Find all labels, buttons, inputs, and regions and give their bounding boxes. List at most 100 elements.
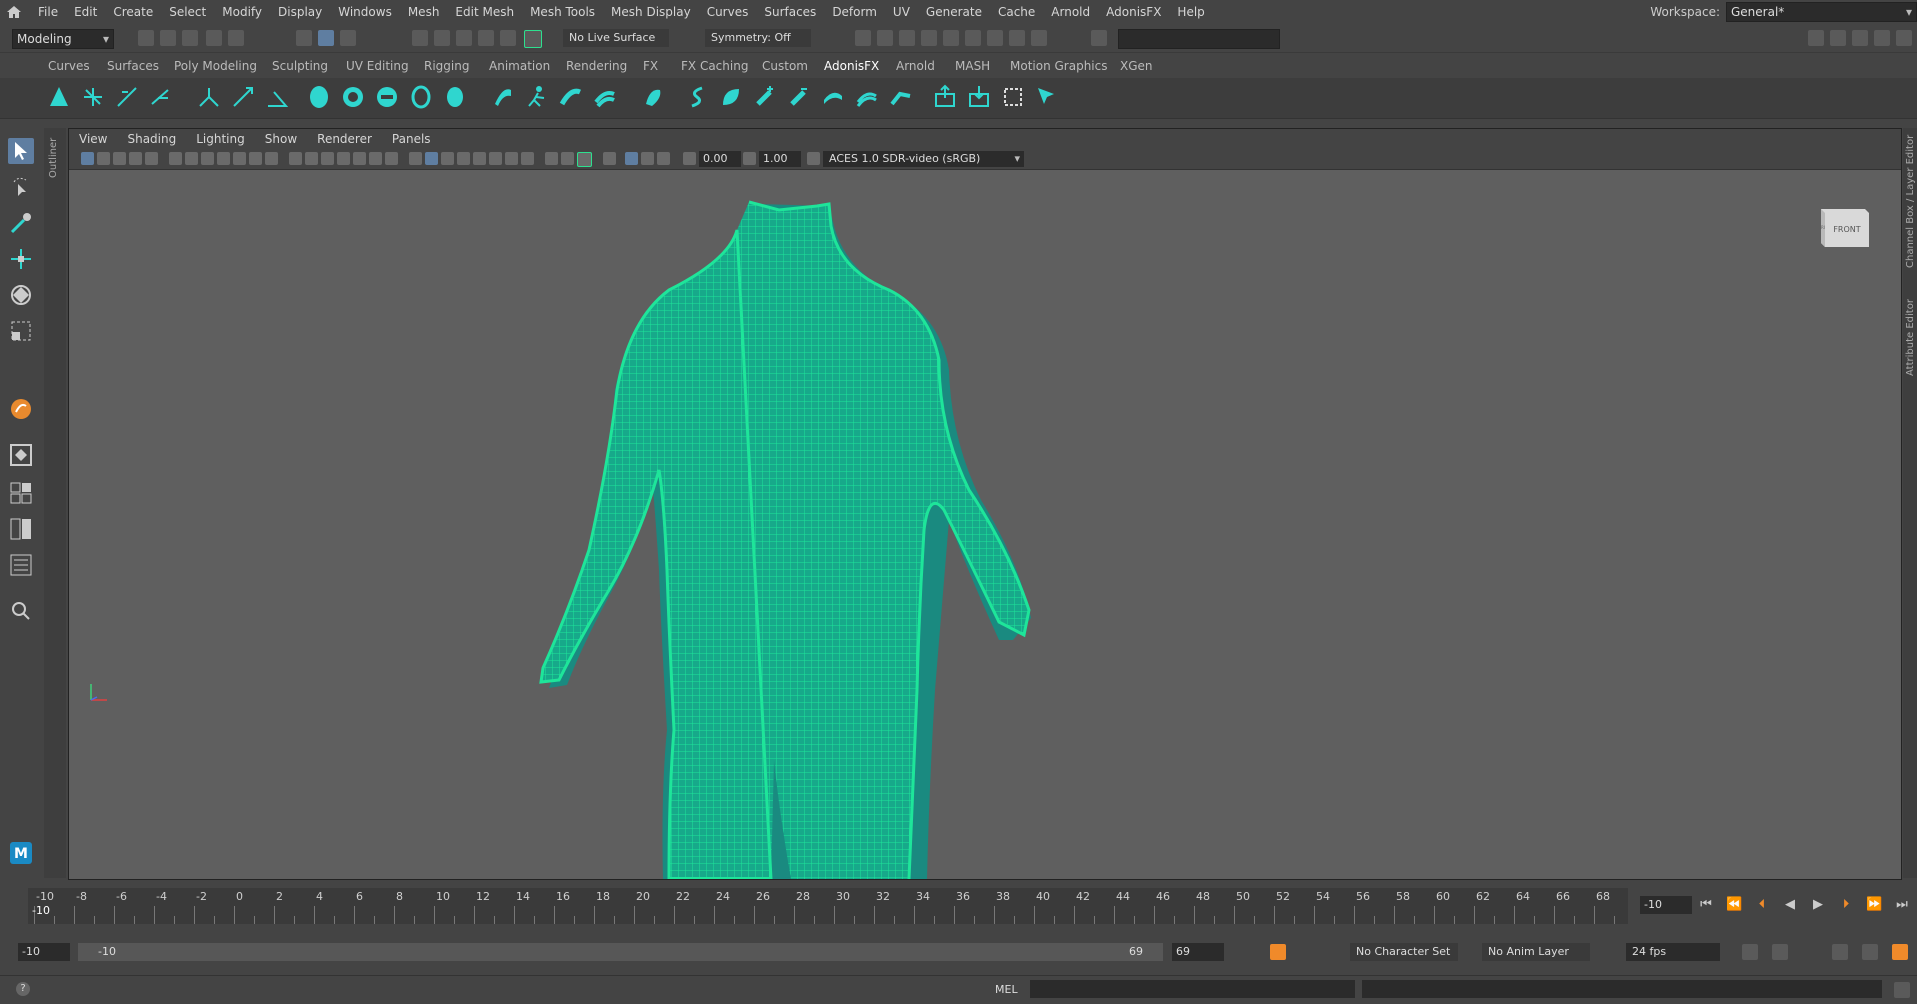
shelf-tab-fx[interactable]: FX (643, 59, 658, 73)
menu-help[interactable]: Help (1169, 0, 1212, 24)
save-scene-icon[interactable] (182, 30, 198, 46)
snap-curve-icon[interactable] (434, 30, 450, 46)
go-to-start-icon[interactable]: ⏮ (1698, 897, 1714, 913)
character-controls-icon[interactable] (1830, 30, 1846, 46)
fascia-icon[interactable] (854, 84, 880, 110)
layout-two-icon[interactable] (8, 516, 34, 542)
channel-box-tab[interactable]: Channel Box / Layer Editor (1905, 135, 1916, 268)
export-icon[interactable] (932, 84, 958, 110)
shelf-tab-surfaces[interactable]: Surfaces (107, 59, 159, 73)
safe-action-icon[interactable] (369, 152, 382, 165)
arnold-snapshot-icon[interactable] (1009, 30, 1025, 46)
layout-four-icon[interactable] (8, 480, 34, 506)
menu-select[interactable]: Select (161, 0, 214, 24)
grid-icon[interactable] (289, 152, 302, 165)
color-space-dropdown[interactable]: ACES 1.0 SDR-video (sRGB) (823, 151, 1024, 167)
curve-tool-icon[interactable] (684, 84, 710, 110)
animation-start-field[interactable]: -10 (18, 943, 70, 961)
snap-grid-icon[interactable] (412, 30, 428, 46)
menu-cache[interactable]: Cache (990, 0, 1043, 24)
arnold-ipr-icon[interactable] (987, 30, 1003, 46)
snap-view-plane-icon[interactable] (478, 30, 494, 46)
menu-windows[interactable]: Windows (330, 0, 400, 24)
track-icon[interactable] (249, 152, 262, 165)
glue-icon[interactable] (640, 84, 666, 110)
edit-fiber-icon[interactable] (264, 84, 290, 110)
gamma-field[interactable]: 1.00 (759, 151, 801, 167)
symmetry-dropdown[interactable]: Symmetry: Off (705, 29, 811, 47)
panel-menu-panels[interactable]: Panels (382, 132, 441, 146)
safe-title-icon[interactable] (385, 152, 398, 165)
step-back-key-icon[interactable]: ⏪ (1726, 897, 1742, 913)
select-hierarchy-icon[interactable] (296, 30, 312, 46)
cache-icon[interactable] (1772, 944, 1788, 960)
camera-attributes-icon[interactable] (81, 152, 94, 165)
menu-modify[interactable]: Modify (214, 0, 270, 24)
animation-end-field[interactable]: 69 (1172, 943, 1224, 961)
xray-joints-icon[interactable] (561, 152, 574, 165)
face-mask-icon[interactable] (408, 84, 434, 110)
2d-pan-icon[interactable] (145, 152, 158, 165)
anim-layer-dropdown[interactable]: No Anim Layer (1482, 943, 1590, 961)
shelf-tab-adonisfx[interactable]: AdonisFX (824, 59, 879, 73)
workspace-dropdown[interactable]: General* (1726, 2, 1917, 22)
snap-live-icon[interactable] (524, 30, 542, 48)
aa-icon[interactable] (657, 152, 670, 165)
menu-mesh[interactable]: Mesh (400, 0, 448, 24)
range-slider[interactable]: -10 69 (78, 943, 1163, 961)
remove-attachment-icon[interactable] (786, 84, 812, 110)
menu-surfaces[interactable]: Surfaces (756, 0, 824, 24)
sound-icon[interactable] (1832, 944, 1848, 960)
field-chart-icon[interactable] (353, 152, 366, 165)
exposure-field[interactable]: 0.00 (699, 151, 741, 167)
panel-menu-renderer[interactable]: Renderer (307, 132, 382, 146)
3d-viewport[interactable]: FRONT RI (69, 170, 1901, 879)
sidebar-toggle-icon[interactable] (1091, 30, 1107, 46)
panel-menu-lighting[interactable]: Lighting (186, 132, 255, 146)
outliner-layout-icon[interactable] (8, 552, 34, 578)
rotate-tool-icon[interactable] (8, 282, 34, 308)
cursor-info-icon[interactable] (1034, 84, 1060, 110)
attribute-editor-tab[interactable]: Attribute Editor (1905, 299, 1916, 376)
outliner-label[interactable]: Outliner (48, 138, 59, 178)
menu-set-dropdown[interactable]: Modeling (12, 29, 114, 49)
shelf-tab-rendering[interactable]: Rendering (566, 59, 627, 73)
ipr-render-icon[interactable] (899, 30, 915, 46)
channel-box-icon[interactable] (1896, 30, 1912, 46)
image-plane-icon[interactable] (129, 152, 142, 165)
menu-arnold[interactable]: Arnold (1043, 0, 1098, 24)
shelf-tab-poly-modeling[interactable]: Poly Modeling (174, 59, 257, 73)
outliner-strip[interactable]: Outliner (44, 128, 66, 878)
dolly-icon[interactable] (265, 152, 278, 165)
menu-mesh-display[interactable]: Mesh Display (603, 0, 699, 24)
loop-icon[interactable] (1742, 944, 1758, 960)
textured-icon[interactable] (457, 152, 470, 165)
gamma-icon[interactable] (743, 152, 756, 165)
muscle-bundle-icon[interactable] (558, 84, 584, 110)
menu-adonisfx[interactable]: AdonisFX (1098, 0, 1169, 24)
step-forward-key-icon[interactable]: ⏩ (1866, 897, 1882, 913)
shelf-tab-mash[interactable]: MASH (955, 59, 990, 73)
redo-icon[interactable] (228, 30, 244, 46)
menu-file[interactable]: File (30, 0, 66, 24)
import-icon[interactable] (966, 84, 992, 110)
tumble-icon[interactable] (233, 152, 246, 165)
menu-display[interactable]: Display (270, 0, 330, 24)
paint-select-icon[interactable] (8, 210, 34, 236)
slide-on-mesh-icon[interactable] (148, 84, 174, 110)
play-forwards-icon[interactable]: ▶ (1810, 897, 1826, 913)
select-object-icon[interactable] (318, 30, 334, 46)
create-muscle-icon[interactable] (46, 84, 72, 110)
paint-fiber-icon[interactable] (230, 84, 256, 110)
go-to-end-icon[interactable]: ⏭ (1894, 897, 1910, 913)
shelf-tab-motion-graphics[interactable]: Motion Graphics (1010, 59, 1108, 73)
create-fiber-icon[interactable] (196, 84, 222, 110)
exposure-icon[interactable] (683, 152, 696, 165)
select-tool-icon[interactable] (8, 138, 34, 164)
scale-tool-icon[interactable] (8, 318, 34, 344)
shelf-tab-custom[interactable]: Custom (762, 59, 808, 73)
smooth-shade-icon[interactable] (441, 152, 454, 165)
shelf-tab-fx-caching[interactable]: FX Caching (681, 59, 748, 73)
help-icon[interactable]: ? (16, 982, 30, 996)
menu-mesh-tools[interactable]: Mesh Tools (522, 0, 603, 24)
